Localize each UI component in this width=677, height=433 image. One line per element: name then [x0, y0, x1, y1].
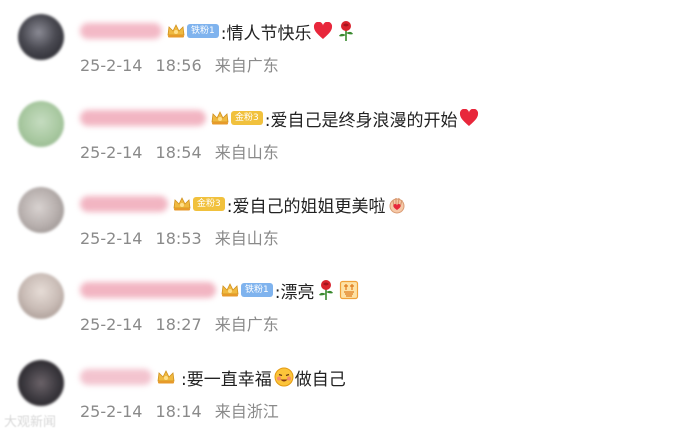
- comment-date: 25-2-14: [80, 402, 143, 421]
- comment-item: 铁粉1 :情人节快乐 25-2-14 18:56 来自广东: [0, 0, 677, 86]
- smiling-face-icon: [273, 366, 295, 388]
- comment-location: 来自山东: [214, 143, 279, 162]
- comment-location: 来自广东: [214, 56, 279, 75]
- avatar[interactable]: [18, 360, 64, 406]
- comment-text-tail: 做自己: [294, 369, 346, 390]
- comment-time: 18:56: [155, 56, 202, 75]
- comment-date: 25-2-14: [80, 143, 143, 162]
- comment-time: 18:54: [155, 143, 202, 162]
- comment-header: 金粉3 :爱自己是终身浪漫的开始: [80, 105, 480, 131]
- fan-badge: 金粉3: [231, 111, 263, 125]
- comment-item: :要一直幸福 做自己 25-2-14 18:14 来自浙江: [0, 346, 677, 432]
- comment-text: :爱自己的姐姐更美啦: [227, 192, 409, 217]
- comment-text: :爱自己是终身浪漫的开始: [265, 106, 481, 131]
- comment-header: 铁粉1 :漂亮: [80, 277, 360, 303]
- comment-header: 铁粉1 :情人节快乐: [80, 18, 357, 44]
- comment-header: :要一直幸福 做自己: [80, 364, 346, 390]
- praise-icon: [338, 279, 360, 301]
- watermark: 大观新闻: [4, 415, 57, 430]
- comment-text-body: :情人节快乐: [220, 23, 312, 44]
- comment-time: 18:53: [155, 229, 202, 248]
- comment-list: 铁粉1 :情人节快乐 25-2-14 18:56 来自广东 金粉3:爱自己是终…: [0, 0, 677, 433]
- crown-icon: [211, 111, 229, 125]
- comment-text: :要一直幸福 做自己: [181, 365, 346, 390]
- fan-badge: 金粉3: [193, 197, 225, 211]
- username[interactable]: [80, 282, 216, 298]
- avatar[interactable]: [18, 273, 64, 319]
- comment-meta: 25-2-14 18:54 来自山东: [80, 139, 279, 163]
- comment-text: :漂亮: [275, 278, 361, 303]
- avatar[interactable]: [18, 14, 64, 60]
- fan-badge: 铁粉1: [187, 24, 219, 38]
- username[interactable]: [80, 23, 162, 39]
- fan-badge: 铁粉1: [241, 283, 273, 297]
- comment-meta: 25-2-14 18:56 来自广东: [80, 52, 279, 76]
- comment-location: 来自广东: [214, 315, 279, 334]
- hand-heart-icon: [386, 193, 408, 215]
- crown-icon: [173, 197, 191, 211]
- comment-text-body: :漂亮: [274, 282, 315, 303]
- comment-item: 铁粉1 :漂亮 25-2-14 18:27 来自广东: [0, 259, 677, 345]
- comment-time: 18:14: [155, 402, 202, 421]
- comment-meta: 25-2-14 18:14 来自浙江: [80, 398, 279, 422]
- comment-text-body: :爱自己的姐姐更美啦: [226, 196, 386, 217]
- avatar[interactable]: [18, 187, 64, 233]
- comment-meta: 25-2-14 18:27 来自广东: [80, 311, 279, 335]
- comment-item: 金粉3 :爱自己是终身浪漫的开始 25-2-14 18:54 来自山东: [0, 87, 677, 173]
- comment-text-body: :爱自己是终身浪漫的开始: [264, 110, 458, 131]
- avatar[interactable]: [18, 101, 64, 147]
- comment-location: 来自山东: [214, 229, 279, 248]
- comment-date: 25-2-14: [80, 56, 143, 75]
- crown-icon: [167, 24, 185, 38]
- crown-icon: [221, 283, 239, 297]
- heart-icon: [312, 20, 334, 42]
- comment-date: 25-2-14: [80, 315, 143, 334]
- comment-header: 金粉3 :爱自己的姐姐更美啦: [80, 191, 408, 217]
- crown-icon: [157, 370, 175, 384]
- comment-meta: 25-2-14 18:53 来自山东: [80, 225, 279, 249]
- username[interactable]: [80, 110, 206, 126]
- comment-text: :情人节快乐: [221, 19, 358, 44]
- comment-location: 来自浙江: [214, 402, 279, 421]
- comment-time: 18:27: [155, 315, 202, 334]
- rose-icon: [335, 20, 357, 42]
- heart-icon: [458, 107, 480, 129]
- comment-text-body: :要一直幸福: [181, 369, 272, 390]
- username[interactable]: [80, 196, 168, 212]
- rose-icon: [315, 279, 337, 301]
- username[interactable]: [80, 369, 152, 385]
- comment-date: 25-2-14: [80, 229, 143, 248]
- comment-item: 金粉3 :爱自己的姐姐更美啦 25-2-14 18:53 来自山东: [0, 173, 677, 259]
